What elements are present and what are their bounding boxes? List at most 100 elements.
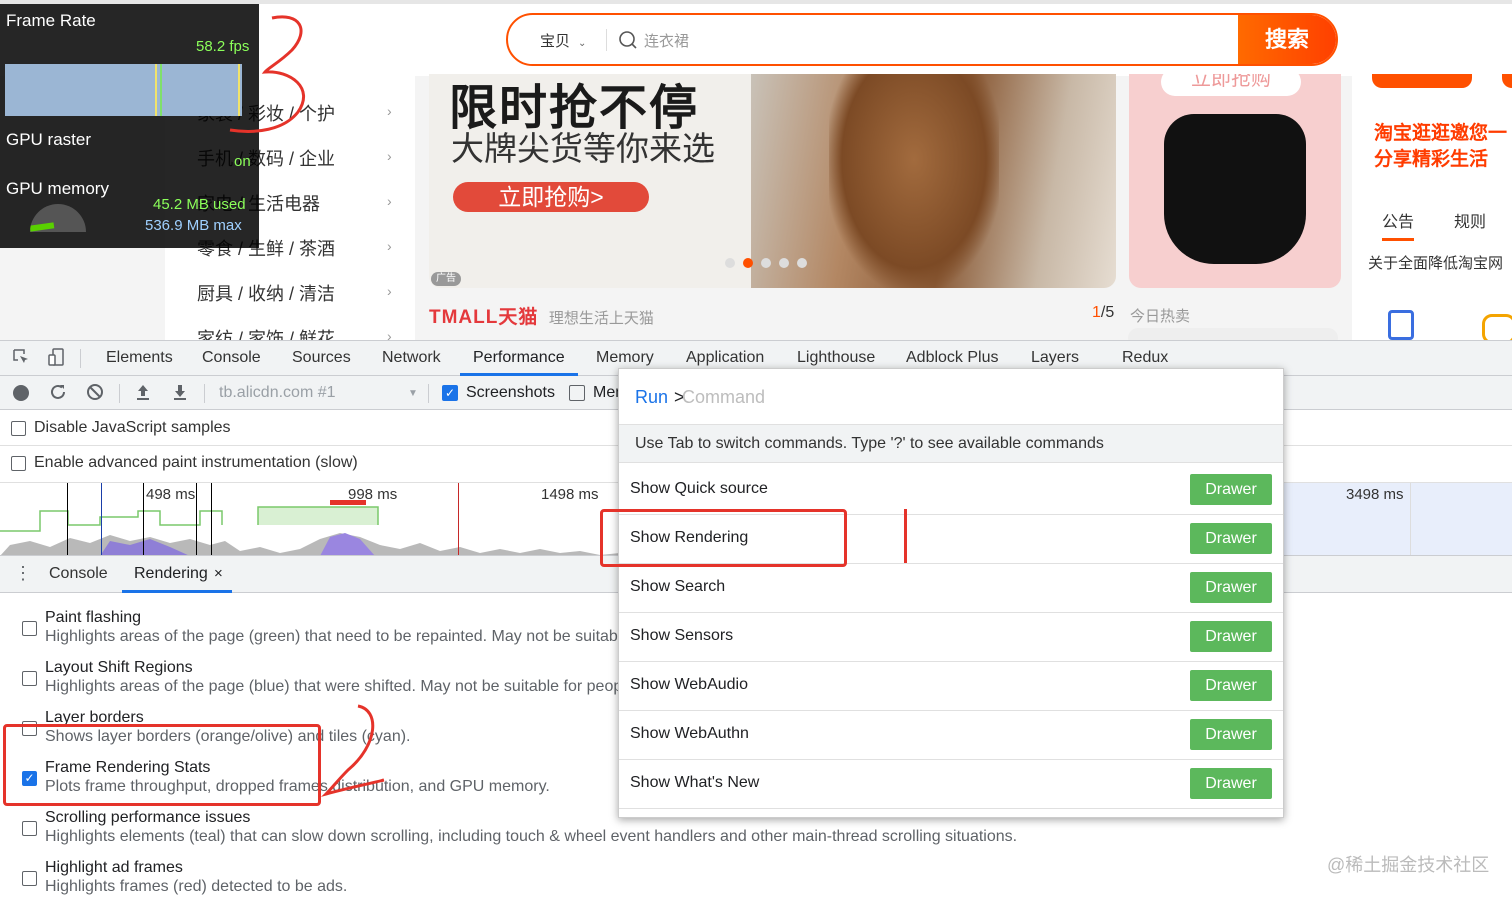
- command-hint-row: Use Tab to switch commands. Type '?' to …: [619, 425, 1283, 463]
- dropdown-caret-icon[interactable]: ▼: [408, 388, 418, 399]
- screenshots-label: Screenshots: [466, 384, 555, 401]
- pager-current: 1: [1092, 304, 1101, 321]
- command-item[interactable]: Show Sensors Drawer: [619, 613, 1283, 662]
- tab-network[interactable]: Network: [382, 349, 441, 367]
- rendering-option-checkbox[interactable]: [22, 671, 37, 686]
- tmall-header: TMALL天猫 理想生活上天猫: [429, 302, 654, 329]
- tab-divider: [80, 349, 81, 368]
- annotation-highlight-frame-stats: [3, 724, 321, 806]
- rendering-option[interactable]: Highlight ad frames Highlights frames (re…: [0, 859, 1512, 897]
- side-promo-card[interactable]: 立即抢购: [1129, 74, 1341, 288]
- tab-announcement[interactable]: 公告: [1382, 208, 1415, 241]
- close-icon[interactable]: ×: [214, 565, 223, 582]
- hot-card-stub: [1128, 328, 1338, 340]
- category-item[interactable]: 家纺 / 家饰 / 鲜花: [197, 325, 335, 340]
- tab-sources[interactable]: Sources: [292, 349, 351, 367]
- search-category-label: 宝贝: [540, 33, 571, 50]
- watermark: @稀土掘金技术社区: [1327, 855, 1490, 875]
- screenshot-root: 宝贝⌄ 连衣裙 搜索 家装 / 彩妆 / 个护›手机 / 数码 / 企业›家电 …: [0, 0, 1512, 897]
- clear-icon[interactable]: [85, 383, 105, 403]
- timeline-gridline: [1410, 483, 1411, 555]
- command-placeholder[interactable]: Command: [682, 387, 765, 408]
- timeline-marker: [101, 483, 102, 555]
- tab-redux[interactable]: Redux: [1122, 349, 1168, 367]
- rendering-option-checkbox[interactable]: [22, 621, 37, 636]
- search-category-select[interactable]: 宝贝 ⌄: [540, 30, 586, 51]
- carousel-dot[interactable]: [797, 258, 807, 268]
- option-checkbox[interactable]: [11, 456, 26, 471]
- reload-icon[interactable]: [48, 383, 68, 403]
- command-item[interactable]: Show WebAudio Drawer: [619, 662, 1283, 711]
- tmall-logo[interactable]: TMALL天猫: [429, 307, 538, 328]
- annotation-number-2: [320, 704, 385, 797]
- memory-checkbox[interactable]: [569, 385, 585, 401]
- banner-subline: 大牌尖货等你来选: [451, 130, 715, 167]
- drawer-tab-console[interactable]: Console: [49, 565, 108, 583]
- tab-adblock-plus[interactable]: Adblock Plus: [906, 349, 999, 367]
- rendering-option-title: Scrolling performance issues: [45, 809, 251, 826]
- option-checkbox[interactable]: [11, 421, 26, 436]
- tab-console[interactable]: Console: [202, 349, 261, 367]
- command-drawer-badge: Drawer: [1190, 523, 1272, 554]
- banner-coat-image: [829, 74, 999, 288]
- tab-lighthouse[interactable]: Lighthouse: [797, 349, 875, 367]
- frame-bar: [160, 64, 162, 116]
- gpu-memory-label: GPU memory: [6, 179, 109, 198]
- command-item-label: Show Quick source: [630, 480, 768, 497]
- tab-memory[interactable]: Memory: [596, 349, 654, 367]
- service-icon[interactable]: [1388, 310, 1414, 340]
- option-label: Disable JavaScript samples: [34, 419, 231, 436]
- screenshots-checkbox[interactable]: ✓: [442, 385, 458, 401]
- pager-total: /5: [1100, 304, 1115, 321]
- taobao-search-bar[interactable]: 宝贝 ⌄ 连衣裙 搜索: [506, 13, 1338, 66]
- promo-banner[interactable]: 限时抢不停 大牌尖货等你来选 立即抢购> 广告: [429, 74, 1116, 288]
- command-item-label: Show What's New: [630, 774, 760, 791]
- timeline-tick-label: 3498 ms: [1346, 486, 1404, 503]
- rendering-option-description: Highlights frames (red) detected to be a…: [45, 878, 348, 895]
- gpu-memory-max: 536.9 MB max: [145, 217, 242, 234]
- chevron-right-icon: ›: [387, 283, 392, 299]
- upload-icon[interactable]: [133, 383, 153, 403]
- category-item[interactable]: 厨具 / 收纳 / 清洁: [197, 280, 335, 306]
- command-drawer-badge: Drawer: [1190, 474, 1272, 505]
- tab-rules[interactable]: 规则: [1454, 208, 1486, 232]
- tab-performance[interactable]: Performance: [473, 349, 565, 367]
- command-item-label: Show Sensors: [630, 627, 734, 644]
- rendering-option-checkbox[interactable]: [22, 821, 37, 836]
- command-item[interactable]: Show Search Drawer: [619, 564, 1283, 613]
- search-button[interactable]: 搜索: [1238, 15, 1336, 64]
- command-item[interactable]: Show What's New Drawer: [619, 760, 1283, 809]
- profile-select[interactable]: tb.alicdn.com #1: [219, 384, 336, 402]
- register-button-stub[interactable]: [1502, 74, 1512, 88]
- drawer-tab-rendering[interactable]: Rendering: [134, 565, 208, 583]
- tmall-subtitle: 理想生活上天猫: [548, 310, 654, 327]
- inspect-element-icon[interactable]: [11, 348, 31, 368]
- game-icon[interactable]: [1482, 314, 1512, 340]
- login-button-stub[interactable]: [1372, 74, 1472, 88]
- carousel-dots[interactable]: [725, 255, 815, 273]
- command-item[interactable]: Show WebAuthn Drawer: [619, 711, 1283, 760]
- search-input[interactable]: 连衣裙: [644, 30, 689, 51]
- download-icon[interactable]: [170, 383, 190, 403]
- tab-application[interactable]: Application: [686, 349, 764, 367]
- command-item[interactable]: Show Quick source Drawer: [619, 466, 1283, 515]
- side-promo-button[interactable]: 立即抢购: [1161, 74, 1301, 96]
- notice-link[interactable]: 关于全面降低淘宝网: [1368, 252, 1503, 273]
- banner-cta-button[interactable]: 立即抢购>: [453, 182, 649, 212]
- taobao-page: 宝贝⌄ 连衣裙 搜索 家装 / 彩妆 / 个护›手机 / 数码 / 企业›家电 …: [0, 0, 1512, 340]
- carousel-dot[interactable]: [725, 258, 735, 268]
- record-icon[interactable]: [11, 383, 31, 403]
- carousel-dot[interactable]: [779, 258, 789, 268]
- more-vertical-icon[interactable]: ⋮: [14, 564, 32, 582]
- carousel-dot[interactable]: [761, 258, 771, 268]
- ad-badge: 广告: [431, 272, 461, 286]
- rendering-option-checkbox[interactable]: [22, 871, 37, 886]
- hot-sale-label: 今日热卖: [1130, 308, 1191, 325]
- tab-layers[interactable]: Layers: [1031, 349, 1079, 367]
- command-input[interactable]: Run > Command: [619, 369, 1283, 425]
- gpu-raster-state: on: [234, 153, 251, 170]
- rendering-option-title: Paint flashing: [45, 609, 142, 626]
- tab-elements[interactable]: Elements: [106, 349, 173, 367]
- device-toolbar-icon[interactable]: [47, 348, 67, 368]
- carousel-dot[interactable]: [743, 258, 753, 268]
